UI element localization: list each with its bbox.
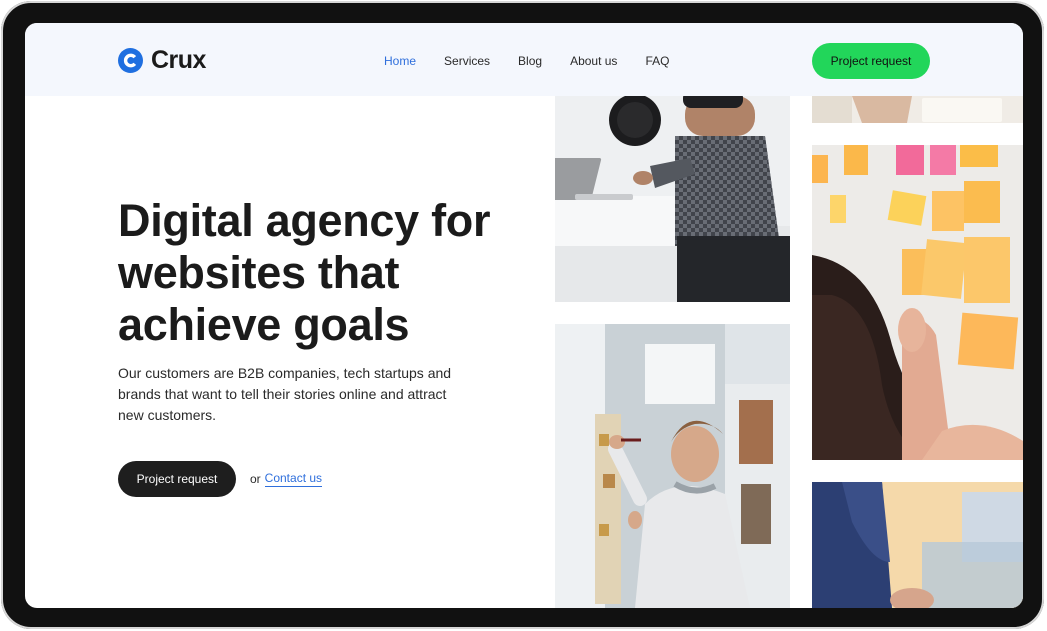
nav-home[interactable]: Home (384, 53, 416, 69)
man-writing-on-whiteboard-photo (555, 324, 790, 608)
hero-title: Digital agency for websites that achieve… (118, 195, 491, 350)
nav-blog[interactable]: Blog (518, 53, 542, 69)
hero-project-request-button[interactable]: Project request (118, 461, 236, 497)
contact-us-link[interactable]: Contact us (264, 471, 323, 487)
nav-services[interactable]: Services (444, 53, 490, 69)
nav-faq[interactable]: FAQ (645, 53, 669, 69)
main-nav: Home Services Blog About us FAQ (384, 53, 697, 69)
man-working-on-laptop-photo (555, 96, 790, 302)
brand-name: Crux (151, 46, 206, 74)
tablet-frame: Crux Home Services Blog About us FAQ Pro… (1, 1, 1044, 629)
brand-logo[interactable]: Crux (118, 48, 206, 73)
crux-logo-icon (118, 48, 143, 73)
person-at-desk-blurred-photo (812, 482, 1023, 608)
sticky-notes-on-wall-photo (812, 145, 1023, 460)
header-project-request-button[interactable]: Project request (812, 43, 930, 79)
nav-about-us[interactable]: About us (570, 53, 617, 69)
or-text: or (250, 472, 261, 486)
site-header: Crux Home Services Blog About us FAQ Pro… (25, 23, 1023, 96)
hands-with-notebook-photo (812, 96, 1023, 123)
hero-actions: Project request or Contact us (118, 461, 323, 497)
website-screen: Crux Home Services Blog About us FAQ Pro… (25, 23, 1023, 608)
hero-subtitle: Our customers are B2B companies, tech st… (118, 365, 452, 423)
